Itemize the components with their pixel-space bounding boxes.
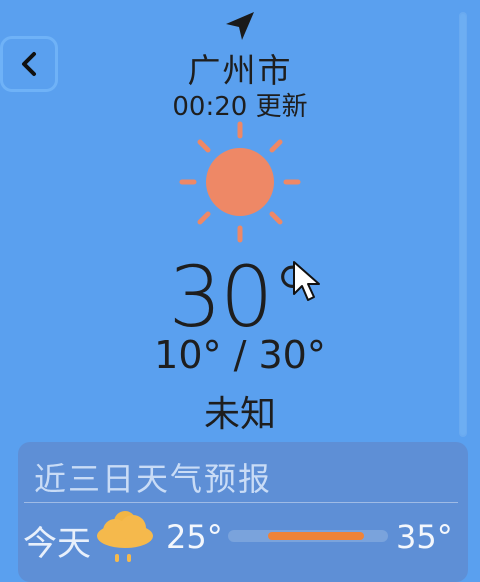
forecast-day-label: 今天	[23, 524, 91, 564]
divider	[24, 502, 458, 503]
forecast-row[interactable]: 今天 25° 35°	[18, 504, 468, 582]
forecast-title: 近三日天气预报	[34, 460, 273, 498]
forecast-panel: 近三日天气预报 今天 25° 35°	[18, 442, 468, 582]
scrollbar[interactable]	[459, 12, 467, 437]
temperature-range: 10° / 30°	[154, 333, 326, 377]
forecast-high-temp: 35°	[396, 518, 453, 556]
temperature-range-bar	[228, 530, 388, 542]
location-arrow-icon	[226, 12, 254, 40]
temperature-range-fill	[268, 532, 364, 540]
current-temperature: 30°	[168, 248, 314, 346]
sun-icon	[179, 121, 301, 243]
city-name: 广州市	[187, 51, 293, 90]
cloud-rain-sun-icon	[97, 511, 153, 562]
forecast-low-temp: 25°	[166, 518, 223, 556]
mouse-cursor-icon	[293, 261, 320, 301]
weather-condition: 未知	[203, 394, 276, 435]
